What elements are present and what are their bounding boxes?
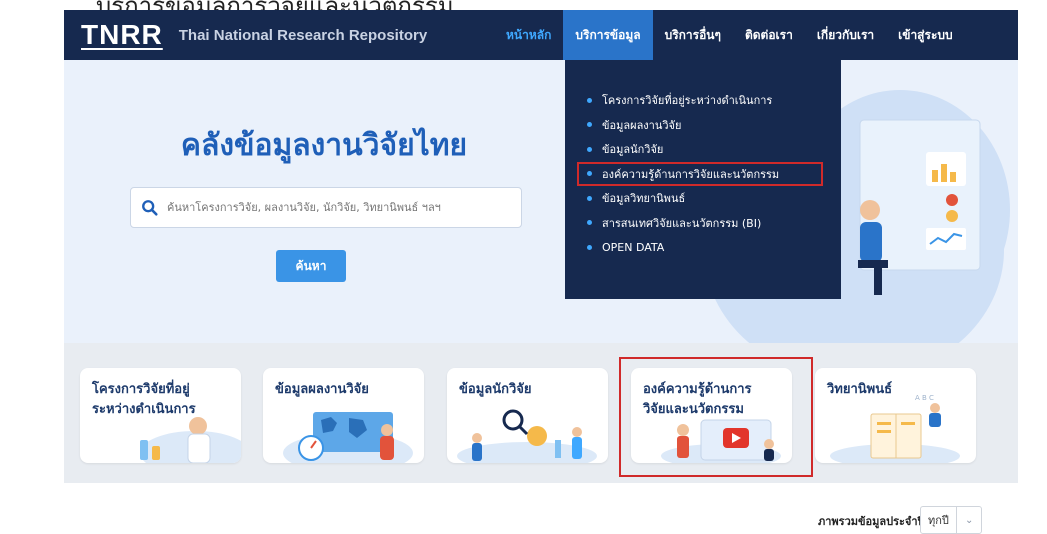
card-title: วิทยานิพนธ์ bbox=[827, 380, 892, 400]
chevron-down-icon: ⌄ bbox=[965, 514, 974, 526]
dropdown-item-label: ข้อมูลวิทยานิพนธ์ bbox=[602, 192, 686, 206]
site-subtitle: Thai National Research Repository bbox=[178, 26, 428, 44]
bullet-icon bbox=[587, 171, 592, 177]
hero-illustration bbox=[840, 90, 1010, 330]
dropdown-item-bi[interactable]: สารสนเทศวิจัยและนวัตกรรม (BI) bbox=[565, 211, 841, 236]
top-navbar: TNRR Thai National Research Repository ห… bbox=[64, 10, 1018, 60]
dropdown-item-researchers[interactable]: ข้อมูลนักวิจัย bbox=[565, 137, 841, 162]
nav-login[interactable]: เข้าสู่ระบบ bbox=[886, 10, 965, 60]
bullet-icon bbox=[587, 97, 592, 103]
site-logo[interactable]: TNRR bbox=[81, 19, 163, 51]
card-research-results[interactable]: ข้อมูลผลงานวิจัย bbox=[263, 368, 424, 463]
bullet-icon bbox=[587, 122, 592, 128]
card-title-line: ข้อมูลนักวิจัย bbox=[459, 382, 532, 397]
card-title-line: วิทยานิพนธ์ bbox=[827, 382, 893, 397]
dropdown-item-label: ข้อมูลผลงานวิจัย bbox=[602, 118, 682, 132]
dropdown-item-label: โครงการวิจัยที่อยู่ระหว่างดำเนินการ bbox=[602, 94, 773, 108]
search-box bbox=[130, 187, 522, 228]
dropdown-item-label: ข้อมูลนักวิจัย bbox=[602, 143, 664, 157]
bullet-icon bbox=[587, 195, 592, 201]
nav-data-services[interactable]: บริการข้อมูล bbox=[563, 10, 653, 60]
search-icon bbox=[142, 199, 158, 216]
nav-home[interactable]: หน้าหลัก bbox=[494, 10, 563, 60]
nav-about[interactable]: เกี่ยวกับเรา bbox=[805, 10, 886, 60]
card-title: ข้อมูลผลงานวิจัย bbox=[275, 380, 369, 400]
dropdown-item-ongoing-projects[interactable]: โครงการวิจัยที่อยู่ระหว่างดำเนินการ bbox=[565, 88, 841, 113]
card-title: ข้อมูลนักวิจัย bbox=[459, 380, 532, 400]
card-theses[interactable]: A B C วิทยานิพนธ์ bbox=[815, 368, 976, 463]
search-button[interactable]: ค้นหา bbox=[276, 250, 346, 282]
card-title-line: ระหว่างดำเนินการ bbox=[92, 402, 196, 417]
dropdown-item-label: OPEN DATA bbox=[602, 240, 665, 254]
highlight-box bbox=[619, 357, 813, 477]
card-title-line: ข้อมูลผลงานวิจัย bbox=[275, 382, 369, 397]
bullet-icon bbox=[587, 146, 592, 152]
card-title: โครงการวิจัยที่อยู่ ระหว่างดำเนินการ bbox=[92, 380, 196, 420]
card-researchers[interactable]: ข้อมูลนักวิจัย bbox=[447, 368, 608, 463]
bullet-icon bbox=[587, 220, 592, 226]
year-select[interactable]: ทุกปี ⌄ bbox=[920, 506, 982, 534]
year-select-value: ทุกปี bbox=[921, 507, 957, 533]
dropdown-item-label: องค์ความรู้ด้านการวิจัยและนวัตกรรม bbox=[602, 167, 780, 181]
search-input[interactable] bbox=[167, 201, 507, 214]
dropdown-item-label: สารสนเทศวิจัยและนวัตกรรม (BI) bbox=[602, 216, 762, 230]
nav-other-services[interactable]: บริการอื่นๆ bbox=[653, 10, 733, 60]
nav-menu: หน้าหลัก บริการข้อมูล บริการอื่นๆ ติดต่อ… bbox=[494, 10, 965, 60]
overview-label: ภาพรวมข้อมูลประจำปี bbox=[818, 515, 925, 528]
card-ongoing-projects[interactable]: โครงการวิจัยที่อยู่ ระหว่างดำเนินการ bbox=[80, 368, 241, 463]
dropdown-item-open-data[interactable]: OPEN DATA bbox=[565, 235, 841, 260]
data-services-dropdown: โครงการวิจัยที่อยู่ระหว่างดำเนินการ ข้อม… bbox=[565, 60, 841, 299]
page: บริการข้อมูลการวิจัยและนวัตกรรม TNRR Tha… bbox=[0, 0, 1047, 534]
dropdown-item-theses[interactable]: ข้อมูลวิทยานิพนธ์ bbox=[565, 186, 841, 211]
nav-contact[interactable]: ติดต่อเรา bbox=[733, 10, 805, 60]
hero-title: คลังข้อมูลงานวิจัยไทย bbox=[180, 128, 468, 163]
dropdown-item-research-results[interactable]: ข้อมูลผลงานวิจัย bbox=[565, 113, 841, 138]
svg-text:A B C: A B C bbox=[915, 394, 934, 402]
dropdown-item-knowledge[interactable]: องค์ความรู้ด้านการวิจัยและนวัตกรรม bbox=[577, 161, 823, 186]
bullet-icon bbox=[587, 244, 592, 250]
card-title-line: โครงการวิจัยที่อยู่ bbox=[92, 382, 190, 397]
